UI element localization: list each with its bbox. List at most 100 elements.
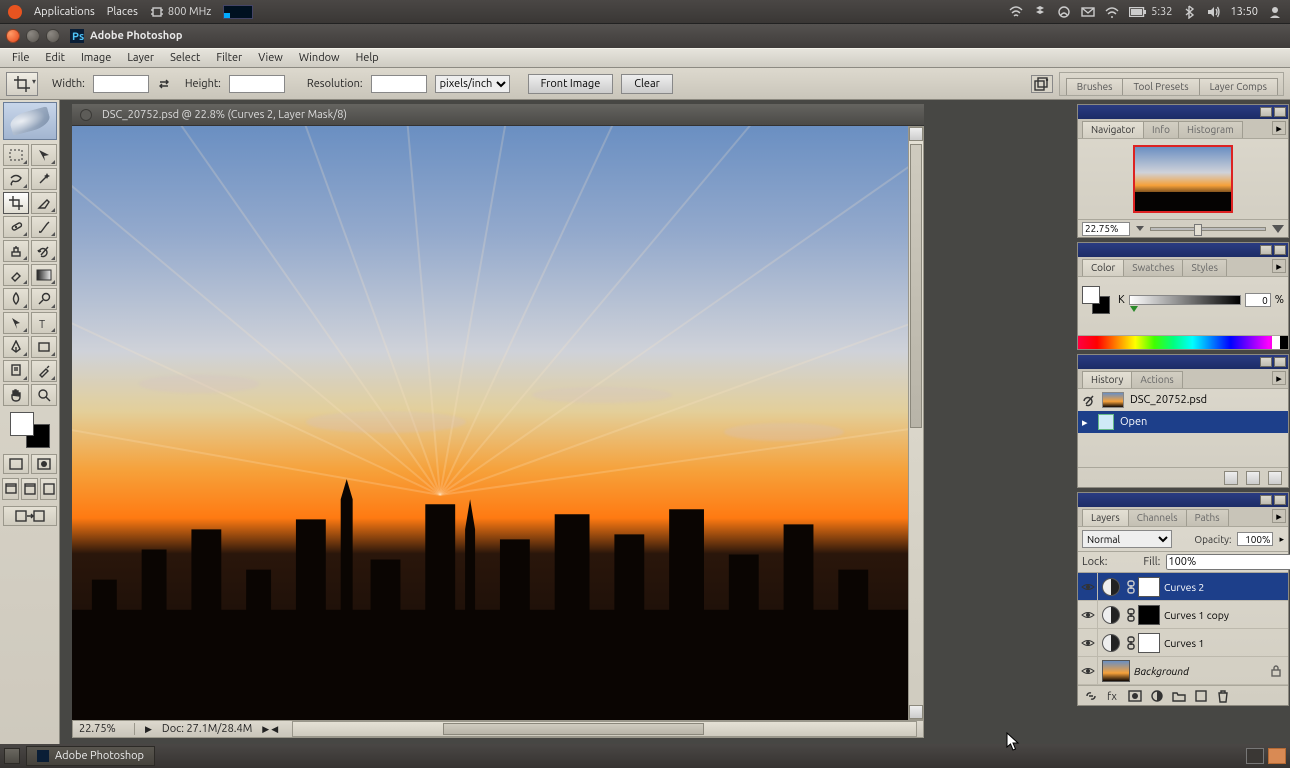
panel-layers-header[interactable] [1078,493,1288,507]
panel-menu-icon[interactable]: ▸ [1272,259,1286,273]
color-k-input[interactable] [1245,293,1271,307]
panel-minimize-button[interactable] [1260,495,1272,505]
layer-mask-thumb[interactable] [1138,633,1160,653]
tab-actions[interactable]: Actions [1131,371,1182,388]
tab-navigator[interactable]: Navigator [1082,121,1144,138]
options-clear-button[interactable]: Clear [621,74,673,94]
mail-icon[interactable] [1081,5,1095,19]
tool-healing[interactable] [3,216,29,238]
options-units-select[interactable]: pixels/inch [435,75,510,93]
menu-window[interactable]: Window [291,50,348,66]
panel-close-button[interactable] [1274,357,1286,367]
screen-mode-fullmenubar[interactable] [21,478,38,500]
document-titlebar[interactable]: DSC_20752.psd @ 22.8% (Curves 2, Layer M… [72,104,924,126]
cpu-freq-applet[interactable]: 800 MHz [150,5,211,19]
canvas-scrollbar-vertical[interactable] [908,126,924,720]
menu-file[interactable]: File [4,50,37,66]
layers-mask-icon[interactable] [1128,689,1142,703]
mode-standard[interactable] [3,454,29,474]
tab-channels[interactable]: Channels [1128,509,1187,526]
history-state-open[interactable]: ▸ Open [1078,411,1288,433]
layer-visibility-toggle[interactable] [1078,573,1098,600]
panel-menu-icon[interactable]: ▸ [1272,509,1286,523]
color-fg-swatch[interactable] [1082,286,1100,304]
panel-close-button[interactable] [1274,495,1286,505]
options-front-image-button[interactable]: Front Image [528,74,614,94]
layer-link-icon[interactable] [1124,636,1138,650]
menu-image[interactable]: Image [73,50,119,66]
panel-applications-menu[interactable]: Applications [34,6,95,18]
tool-history-brush[interactable] [31,240,57,262]
screen-mode-standard[interactable] [2,478,19,500]
tool-shape[interactable] [31,336,57,358]
navigator-zoom-slider[interactable] [1150,227,1266,231]
color-k-slider[interactable] [1129,295,1241,305]
panel-places-menu[interactable]: Places [107,6,138,18]
scrollbar-down-button[interactable] [909,705,923,719]
layers-fill-input[interactable] [1166,554,1290,570]
options-width-input[interactable] [93,75,149,93]
panel-menu-icon[interactable]: ▸ [1272,121,1286,135]
window-close-button[interactable] [6,29,20,43]
tool-move[interactable] [31,144,57,166]
options-crop-tool-icon[interactable]: ▾ [6,72,38,96]
layer-row-curves-1[interactable]: Curves 1 [1078,629,1288,657]
history-brush-source-icon[interactable] [1082,393,1096,407]
tab-history[interactable]: History [1082,371,1132,388]
layer-row-curves-1-copy[interactable]: Curves 1 copy [1078,601,1288,629]
layer-row-curves-2[interactable]: Curves 2 [1078,573,1288,601]
tool-marquee[interactable] [3,144,29,166]
well-tab-layer-comps[interactable]: Layer Comps [1199,78,1278,95]
tool-clone-stamp[interactable] [3,240,29,262]
menu-help[interactable]: Help [348,50,387,66]
tool-type[interactable]: T [31,312,57,334]
navigator-zoom-in-icon[interactable] [1272,225,1284,233]
layer-name-label[interactable]: Background [1134,665,1189,677]
scrollbar-up-button[interactable] [909,127,923,141]
clock[interactable]: 13:50 [1230,6,1258,18]
layer-image-thumb[interactable] [1102,660,1130,682]
menu-filter[interactable]: Filter [208,50,250,66]
panel-navigator-header[interactable] [1078,105,1288,119]
toolbox-color-swatches[interactable] [10,412,50,448]
tool-eyedropper[interactable] [31,360,57,382]
foreground-color-swatch[interactable] [10,412,34,436]
options-height-input[interactable] [229,75,285,93]
tab-color[interactable]: Color [1082,259,1124,276]
workspace-2[interactable] [1268,748,1286,764]
dropbox-icon[interactable] [1033,5,1047,19]
layer-mask-thumb[interactable] [1138,605,1160,625]
wifi-strength-icon[interactable] [1105,5,1119,19]
tool-hand[interactable] [3,384,29,406]
taskbar-app-photoshop[interactable]: Adobe Photoshop [26,746,155,766]
panel-color-header[interactable] [1078,243,1288,257]
jump-to-imageready[interactable] [3,506,57,526]
layer-row-background[interactable]: Background [1078,657,1288,685]
toolbox-header-icon[interactable] [3,102,57,140]
tab-styles[interactable]: Styles [1182,259,1226,276]
tool-magic-wand[interactable] [31,168,57,190]
menu-layer[interactable]: Layer [119,50,162,66]
status-zoom-input[interactable]: 22.75% [79,723,135,735]
tab-layers[interactable]: Layers [1082,509,1129,526]
tool-notes[interactable] [3,360,29,382]
layer-mask-thumb[interactable] [1138,577,1160,597]
tool-brush[interactable] [31,216,57,238]
tool-gradient[interactable] [31,264,57,286]
screen-mode-full[interactable] [40,478,57,500]
layer-link-icon[interactable] [1124,580,1138,594]
layer-name-label[interactable]: Curves 1 copy [1164,609,1229,621]
menu-view[interactable]: View [250,50,291,66]
layer-name-label[interactable]: Curves 1 [1164,637,1204,649]
document-canvas[interactable] [72,126,908,720]
navigator-thumbnail[interactable] [1133,145,1233,213]
layer-visibility-toggle[interactable] [1078,629,1098,656]
tool-zoom[interactable] [31,384,57,406]
scrollbar-v-thumb[interactable] [910,144,922,428]
history-new-doc-icon[interactable] [1224,471,1238,485]
tool-dodge[interactable] [31,288,57,310]
show-desktop-button[interactable] [4,748,20,764]
tab-swatches[interactable]: Swatches [1123,259,1183,276]
panel-menu-icon[interactable]: ▸ [1272,371,1286,385]
menu-select[interactable]: Select [162,50,208,66]
